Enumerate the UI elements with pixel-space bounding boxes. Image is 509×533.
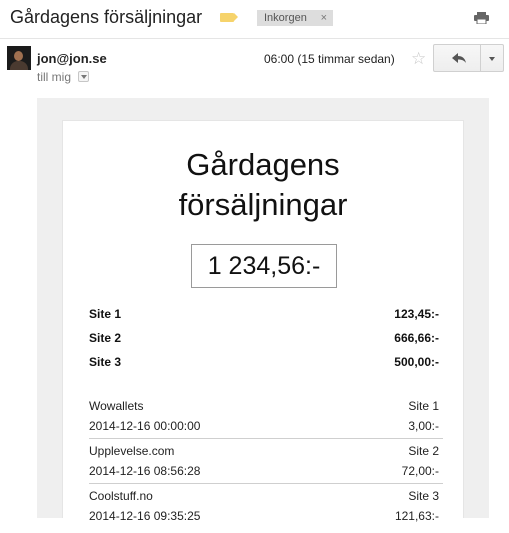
total-amount: 1 234,56:- bbox=[191, 244, 337, 288]
report-title-line1: Gårdagens bbox=[186, 147, 340, 182]
site-amount: 500,00:- bbox=[394, 355, 439, 369]
transaction-amount: 72,00:- bbox=[401, 464, 439, 478]
avatar[interactable] bbox=[7, 46, 31, 70]
recipient-line: till mig bbox=[37, 70, 72, 84]
label-tag-icon[interactable] bbox=[220, 13, 238, 22]
inbox-label-chip[interactable]: Inkorgen × bbox=[257, 10, 333, 26]
transaction-site: Site 3 bbox=[408, 489, 439, 503]
reply-icon bbox=[452, 53, 466, 63]
recipient-details-toggle[interactable] bbox=[78, 71, 89, 82]
site-summary-row: Site 3 500,00:- bbox=[89, 355, 439, 373]
print-icon[interactable] bbox=[474, 12, 489, 24]
transaction-amount: 121,63:- bbox=[394, 509, 439, 523]
sender-header: jon@jon.se till mig 06:00 (15 timmar sed… bbox=[0, 40, 509, 90]
email-timestamp: 06:00 (15 timmar sedan) bbox=[264, 52, 395, 66]
site-name: Site 1 bbox=[89, 307, 122, 321]
row-divider bbox=[89, 483, 443, 484]
transaction-datetime: 2014-12-16 09:35:25 bbox=[89, 509, 201, 523]
inbox-label-text: Inkorgen bbox=[264, 12, 307, 24]
transaction-row: Wowallets Site 1 2014-12-16 00:00:00 3,0… bbox=[89, 399, 439, 443]
transaction-amount: 3,00:- bbox=[408, 419, 439, 433]
transaction-datetime: 2014-12-16 00:00:00 bbox=[89, 419, 201, 433]
sales-report-card: Gårdagens försäljningar 1 234,56:- Site … bbox=[62, 120, 464, 523]
site-amount: 123,45:- bbox=[394, 307, 439, 321]
site-amount: 666,66:- bbox=[394, 331, 439, 345]
remove-label-icon[interactable]: × bbox=[321, 10, 327, 26]
row-divider bbox=[89, 438, 443, 439]
more-actions-button[interactable] bbox=[480, 44, 504, 72]
transaction-row: Upplevelse.com Site 2 2014-12-16 08:56:2… bbox=[89, 444, 439, 488]
site-summary-row: Site 2 666,66:- bbox=[89, 331, 439, 349]
site-name: Site 3 bbox=[89, 355, 122, 369]
site-summary-row: Site 1 123,45:- bbox=[89, 307, 439, 325]
reply-button[interactable] bbox=[433, 44, 481, 72]
transaction-row: Coolstuff.no Site 3 2014-12-16 09:35:25 … bbox=[89, 489, 439, 533]
report-title-line2: försäljningar bbox=[178, 187, 348, 222]
sender-address[interactable]: jon@jon.se bbox=[37, 51, 107, 66]
site-name: Site 2 bbox=[89, 331, 122, 345]
transaction-datetime: 2014-12-16 08:56:28 bbox=[89, 464, 201, 478]
email-subject: Gårdagens försäljningar bbox=[10, 7, 203, 27]
transaction-shop: Coolstuff.no bbox=[89, 489, 153, 503]
transaction-site: Site 1 bbox=[408, 399, 439, 413]
transaction-site: Site 2 bbox=[408, 444, 439, 458]
star-icon[interactable]: ☆ bbox=[411, 49, 426, 69]
transaction-shop: Upplevelse.com bbox=[89, 444, 175, 458]
subject-bar: Gårdagens försäljningar Inkorgen × bbox=[0, 0, 509, 39]
report-title: Gårdagens försäljningar bbox=[63, 145, 463, 225]
transaction-shop: Wowallets bbox=[89, 399, 144, 413]
